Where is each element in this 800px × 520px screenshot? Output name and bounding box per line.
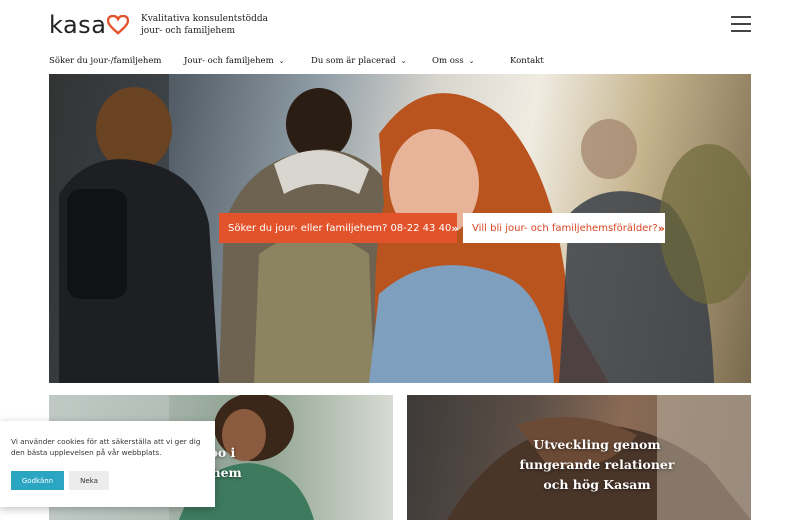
nav-label: Jour- och familjehem [184,56,274,66]
logo-text: kasa [49,11,107,39]
tagline-line-2: jour- och familjehem [141,26,236,36]
become-parent-cta-label: Vill bli jour- och familjehemsförälder? [472,222,658,234]
kasam-logo[interactable]: kasa [49,11,130,39]
cookie-text: Vi använder cookies för att säkerställa … [11,437,201,457]
cookie-decline-button[interactable]: Neka [69,471,109,490]
nav-item-om-oss[interactable]: Om oss ⌄ [432,56,474,66]
call-cta-label: Söker du jour- eller familjehem? 08-22 4… [228,222,452,234]
card-right-title-line-2: fungerande relationer [519,457,675,472]
nav-label: Söker du jour-/familjehem [49,56,162,66]
chevron-down-icon: ⌄ [468,57,475,65]
hamburger-menu-icon[interactable] [731,16,751,33]
nav-item-placerad[interactable]: Du som är placerad ⌄ [311,56,407,66]
info-card-right[interactable]: Utveckling genom fungerande relationer o… [407,395,751,520]
tagline-line-1: Kvalitativa konsulentstödda [141,14,268,24]
hero-banner: Söker du jour- eller familjehem? 08-22 4… [49,74,751,383]
heart-icon [107,15,130,35]
double-arrow-icon: » [657,221,665,235]
nav-label: Du som är placerad [311,56,396,66]
card-right-title-line-1: Utveckling genom [533,437,661,452]
nav-label: Om oss [432,56,464,66]
become-parent-cta-button[interactable]: Vill bli jour- och familjehemsförälder? … [463,213,665,243]
cookie-banner: Vi använder cookies för att säkerställa … [0,421,215,507]
cookie-accept-button[interactable]: Godkänn [11,471,64,490]
tagline: Kvalitativa konsulentstödda jour- och fa… [141,13,268,37]
double-arrow-icon: » [451,221,459,235]
nav-item-kontakt[interactable]: Kontakt [510,56,544,66]
nav-label: Kontakt [510,56,544,66]
card-right-title: Utveckling genom fungerande relationer o… [497,435,697,495]
chevron-down-icon: ⌄ [400,57,407,65]
site-header: kasa Kvalitativa konsulentstödda jour- o… [0,0,800,74]
call-cta-button[interactable]: Söker du jour- eller familjehem? 08-22 4… [219,213,459,243]
nav-item-jour-familjehem[interactable]: Jour- och familjehem ⌄ [184,56,285,66]
chevron-down-icon: ⌄ [278,57,285,65]
nav-item-soker[interactable]: Söker du jour-/familjehem [49,56,161,66]
card-right-title-line-3: och hög Kasam [543,477,651,492]
